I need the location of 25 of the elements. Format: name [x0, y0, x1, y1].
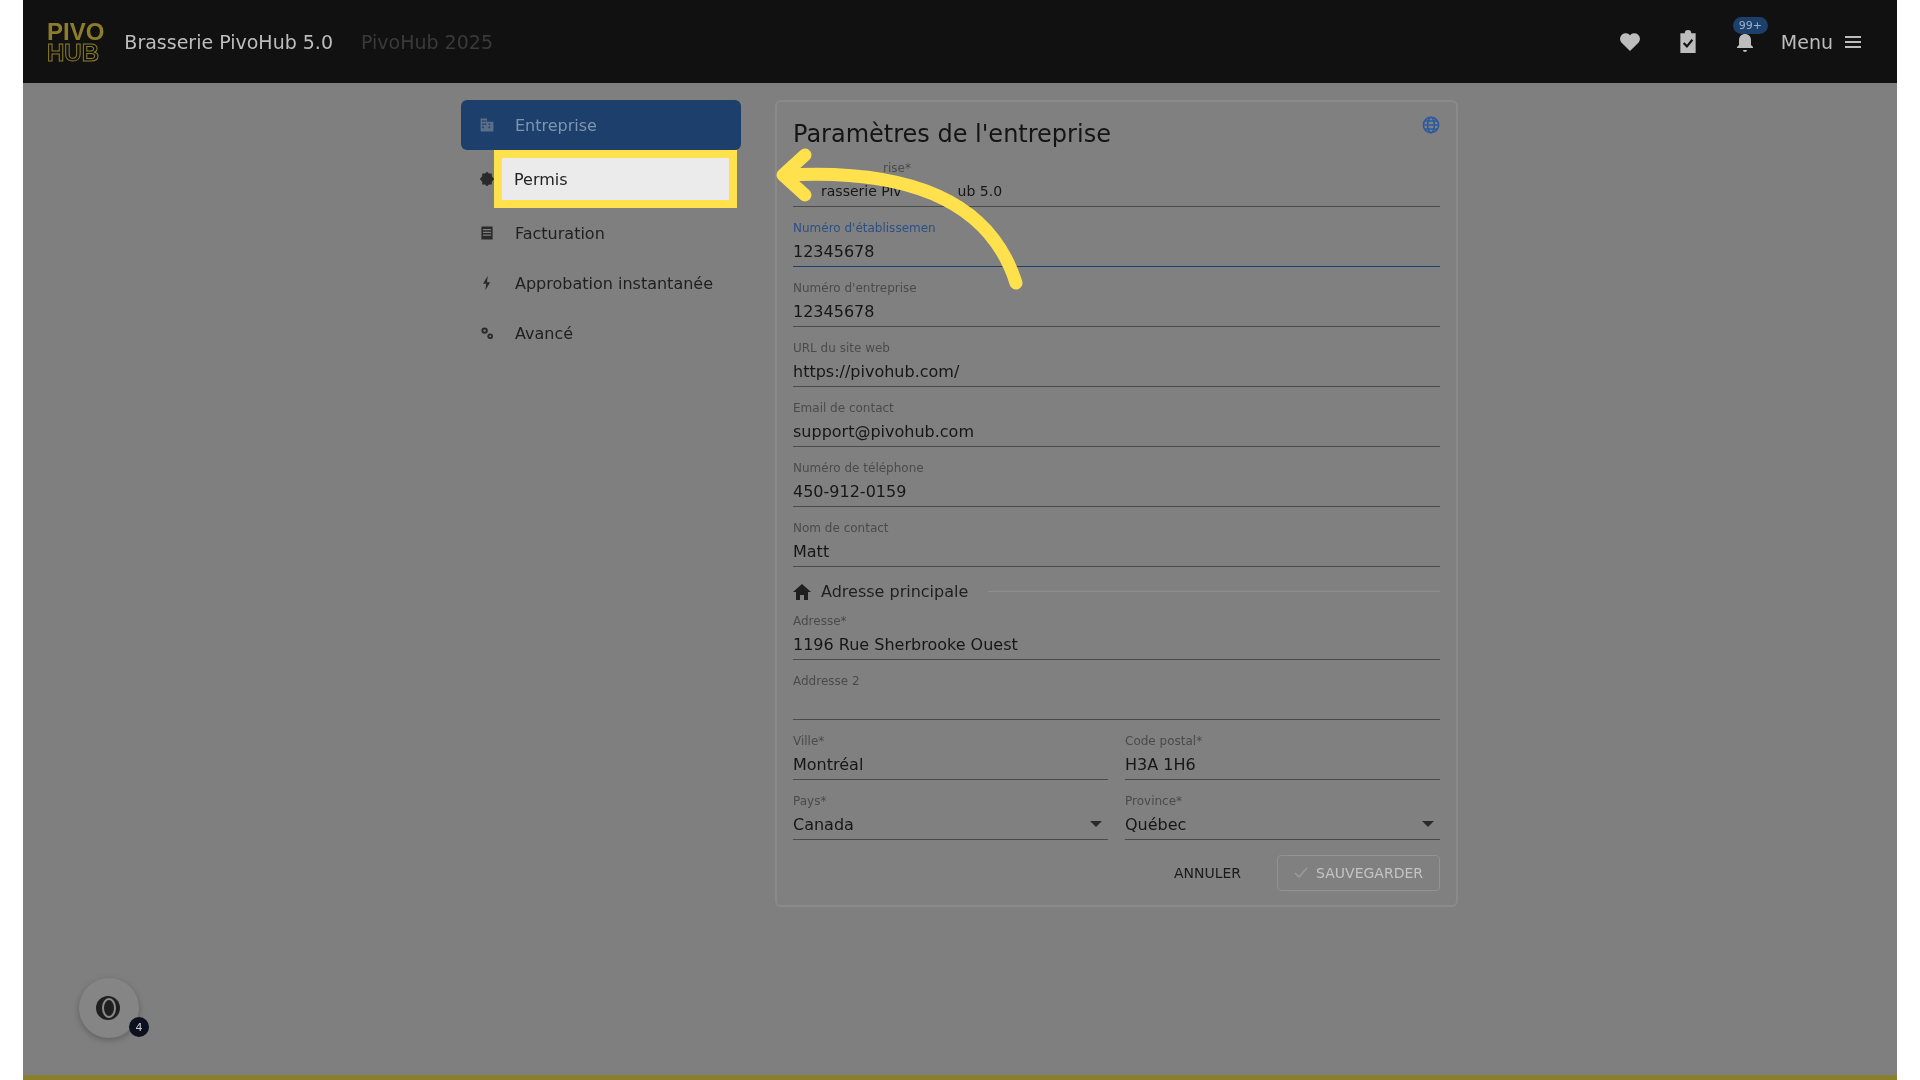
- card-title: Paramètres de l'entreprise: [793, 120, 1111, 148]
- sidebar-item[interactable]: Facturation: [461, 208, 741, 258]
- section-heading: Adresse principale: [821, 582, 969, 601]
- cancel-button[interactable]: ANNULER: [1161, 857, 1254, 889]
- sidebar-item[interactable]: Avancé: [461, 308, 741, 358]
- building-icon: [479, 117, 495, 133]
- sidebar-item[interactable]: Entreprise: [461, 100, 741, 150]
- notification-badge: 99+: [1732, 16, 1769, 34]
- dropdown-caret-icon: [1090, 821, 1102, 827]
- logo-text: HUB: [47, 41, 99, 63]
- menu-icon[interactable]: [1845, 35, 1861, 48]
- count-badge: 4: [129, 1017, 149, 1037]
- check-icon: [1294, 867, 1309, 879]
- input-field[interactable]: Numéro d'établissemen 12345678: [793, 220, 1440, 267]
- home-icon: [793, 583, 811, 600]
- list-icon: [479, 225, 495, 241]
- dropdown-caret-icon: [1422, 821, 1434, 827]
- menu-button[interactable]: Menu: [1780, 30, 1861, 53]
- sidebar-item[interactable]: Permis: [494, 150, 737, 208]
- heart-icon[interactable]: [1618, 31, 1641, 52]
- app-title: Brasserie PivoHub 5.0: [124, 30, 333, 53]
- sidebar-item[interactable]: Approbation instantanée: [461, 258, 741, 308]
- gears-icon: [479, 325, 495, 341]
- badge-icon: [479, 171, 495, 187]
- logo-text: PIVO: [47, 20, 105, 42]
